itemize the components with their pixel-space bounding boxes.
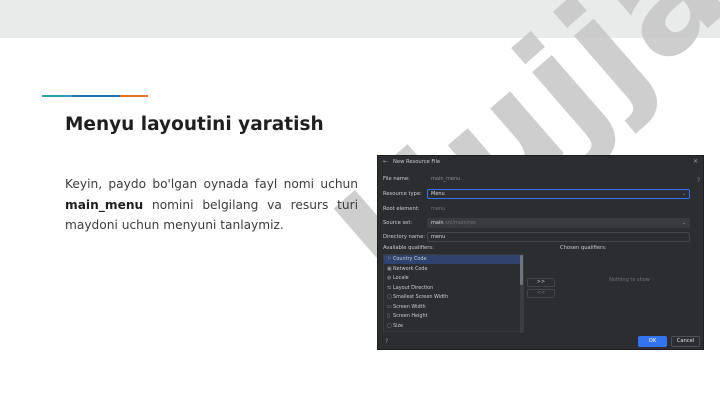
list-item-label: Smallest Screen Width — [393, 294, 449, 300]
slide-body: Keyin, paydo bo'lgan oynada fayl nomi uc… — [65, 174, 358, 236]
file-name-input[interactable]: main_menu — [427, 174, 690, 184]
list-item[interactable]: ▭Screen Width — [384, 303, 521, 312]
list-item[interactable]: ◍ Locale — [384, 274, 521, 283]
source-set-select[interactable]: main src/main/res ⌄ — [427, 218, 690, 228]
ok-button[interactable]: OK — [638, 336, 667, 347]
root-element-input[interactable]: menu — [427, 204, 690, 214]
scroll-thumb[interactable] — [520, 255, 523, 285]
chevron-down-icon: ⌄ — [681, 191, 686, 197]
resource-type-value: Menu — [431, 191, 445, 197]
accent-line-orange — [120, 95, 148, 97]
list-item-label: Screen Width — [393, 303, 426, 310]
list-item-label: Layout Direction — [393, 284, 434, 291]
list-item[interactable]: ▢Smallest Screen Width — [384, 293, 521, 302]
resource-type-select[interactable]: Menu ⌄ — [427, 189, 690, 199]
available-qualifiers-list[interactable]: ⚐ Country Code ▣Network Code ◍ Locale ⇆ Lay… — [383, 254, 524, 333]
cancel-button[interactable]: Cancel — [671, 336, 700, 347]
help-icon[interactable]: ? — [697, 177, 700, 184]
remove-qualifier-button[interactable]: << — [527, 289, 555, 298]
root-element-value: menu — [431, 206, 446, 212]
list-item[interactable]: ⚐ Country Code — [384, 255, 521, 264]
close-icon[interactable]: ✕ — [693, 158, 698, 165]
chevron-down-icon: ⌄ — [681, 220, 686, 226]
directory-name-label: Directory name: — [383, 234, 426, 240]
list-item[interactable]: ▢Size — [384, 322, 521, 331]
source-set-hint: src/main/res — [445, 220, 476, 226]
directory-name-value: menu — [431, 234, 446, 240]
add-qualifier-button[interactable]: >> — [527, 278, 555, 287]
resource-type-label: Resource type: — [383, 191, 422, 197]
body-text-bold: main_menu — [65, 197, 144, 212]
slide-title: Menyu layoutini yaratish — [65, 114, 324, 135]
body-text-1: Keyin, paydo bo'lgan oynada fayl nomi uc… — [65, 177, 358, 191]
list-item-label: Size — [393, 322, 404, 329]
root-element-label: Root element: — [383, 206, 420, 212]
dialog-title: New Resource File — [393, 159, 441, 165]
back-arrow-icon[interactable]: ← — [383, 158, 388, 165]
chosen-qualifiers-empty: Nothing to show — [609, 277, 650, 283]
directory-name-input[interactable]: menu — [427, 232, 690, 242]
accent-line-teal — [42, 95, 72, 97]
list-item[interactable]: ▯ Screen Height — [384, 312, 521, 321]
list-scrollbar[interactable] — [520, 255, 523, 333]
list-item[interactable]: ▣Network Code — [384, 265, 521, 274]
list-item-label: Screen Height — [393, 313, 428, 319]
file-name-value: main_menu — [431, 176, 461, 182]
available-qualifiers-label: Available qualifiers: — [383, 245, 434, 251]
chosen-qualifiers-label: Chosen qualifiers: — [560, 245, 607, 251]
new-resource-file-dialog: ← New Resource File ✕ File name: main_me… — [377, 155, 704, 350]
dialog-titlebar: ← New Resource File ✕ — [378, 156, 703, 170]
list-item-label: Network Code — [393, 265, 428, 272]
top-band — [0, 0, 720, 38]
source-set-value: main — [431, 220, 444, 226]
list-item-label: Country Code — [393, 256, 427, 262]
accent-line-blue — [72, 95, 120, 97]
file-name-label: File name: — [383, 176, 410, 182]
list-item[interactable]: ⇆ Layout Direction — [384, 284, 521, 293]
list-item-label: Locale — [393, 275, 409, 281]
help-button[interactable]: ? — [385, 338, 388, 345]
source-set-label: Source set: — [383, 220, 413, 226]
